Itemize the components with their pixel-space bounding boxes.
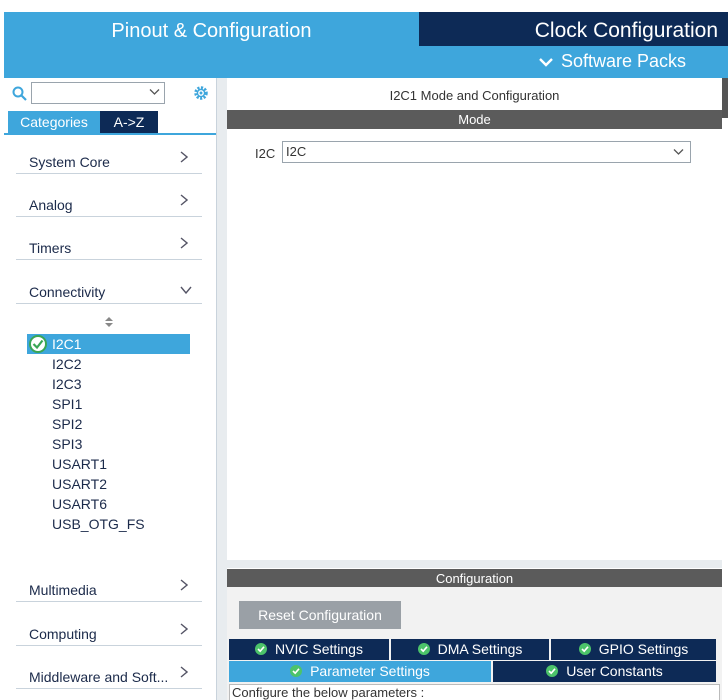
tab-parameter-settings[interactable]: Parameter Settings — [229, 661, 491, 682]
peripheral-label: I2C2 — [52, 356, 82, 372]
category-label: Middleware and Soft... — [29, 669, 169, 685]
panel-title: I2C1 Mode and Configuration — [389, 88, 560, 103]
search-input[interactable] — [31, 82, 165, 104]
peripheral-item-usb-otg-fs[interactable]: USB_OTG_FS — [27, 514, 190, 534]
search-icon[interactable] — [12, 86, 28, 102]
category-label: Timers — [29, 240, 72, 256]
tab-label: User Constants — [566, 663, 663, 679]
tab-clock-configuration[interactable]: Clock Configuration — [419, 12, 728, 46]
peripheral-label: SPI2 — [52, 416, 83, 432]
tab-gpio-settings[interactable]: GPIO Settings — [551, 639, 716, 660]
category-multimedia[interactable]: Multimedia — [16, 576, 202, 602]
check-circle-icon — [29, 335, 47, 353]
chevron-right-icon — [180, 622, 189, 640]
tab-nvic-settings[interactable]: NVIC Settings — [229, 639, 389, 660]
section-divider — [227, 560, 722, 568]
peripheral-label: I2C3 — [52, 376, 82, 392]
tab-dma-settings[interactable]: DMA Settings — [391, 639, 549, 660]
tab-categories[interactable]: Categories — [8, 111, 100, 133]
chevron-down-icon[interactable] — [149, 85, 160, 99]
software-packs-label: Software Packs — [560, 51, 686, 71]
chevron-down-icon[interactable] — [673, 142, 684, 162]
peripheral-label: I2C1 — [52, 336, 82, 352]
peripheral-label: USART1 — [52, 456, 107, 472]
sort-icon[interactable] — [104, 316, 114, 329]
top-strip — [0, 0, 728, 12]
check-circle-icon — [578, 643, 591, 655]
category-timers[interactable]: Timers — [16, 234, 202, 260]
stm32cubemx-window: Pinout & Configuration Clock Configurati… — [0, 0, 728, 700]
chevron-right-icon — [180, 193, 189, 211]
gear-icon[interactable] — [192, 84, 210, 102]
category-label: Connectivity — [29, 284, 106, 300]
peripheral-label: USART2 — [52, 476, 107, 492]
peripheral-item-usart6[interactable]: USART6 — [27, 494, 190, 514]
categories-panel: Categories A->Z System Core Analog Timer… — [4, 78, 217, 700]
peripheral-item-usart2[interactable]: USART2 — [27, 474, 190, 494]
configuration-area: Reset Configuration NVIC Settings DMA Se… — [227, 587, 722, 700]
software-packs-menu[interactable]: Software Packs — [539, 51, 686, 72]
category-computing[interactable]: Computing — [16, 620, 202, 646]
peripheral-item-spi1[interactable]: SPI1 — [27, 394, 190, 414]
scrollbar[interactable] — [722, 78, 728, 118]
i2c-mode-label: I2C — [255, 146, 276, 161]
tab-label: DMA Settings — [437, 641, 523, 657]
sub-toolbar: Software Packs — [4, 46, 728, 78]
peripheral-item-i2c3[interactable]: I2C3 — [27, 374, 190, 394]
peripheral-label: SPI1 — [52, 396, 83, 412]
reset-configuration-button[interactable]: Reset Configuration — [239, 601, 401, 629]
chevron-right-icon — [180, 236, 189, 254]
category-analog[interactable]: Analog — [16, 191, 202, 217]
chevron-right-icon — [180, 578, 189, 596]
category-label: Multimedia — [29, 582, 97, 598]
tab-pinout-configuration[interactable]: Pinout & Configuration — [4, 12, 419, 46]
peripheral-item-spi2[interactable]: SPI2 — [27, 414, 190, 434]
category-label: Computing — [29, 626, 97, 642]
peripheral-item-i2c2[interactable]: I2C2 — [27, 354, 190, 374]
chevron-down-icon — [180, 281, 192, 299]
peripheral-label: USART6 — [52, 496, 107, 512]
chevron-right-icon — [180, 665, 189, 683]
i2c-mode-select[interactable]: I2C — [282, 141, 691, 163]
category-system-core[interactable]: System Core — [16, 148, 202, 174]
parameters-panel: Configure the below parameters : — [229, 684, 720, 700]
chevron-right-icon — [180, 150, 189, 168]
tab-a-to-z[interactable]: A->Z — [100, 111, 158, 133]
check-circle-icon — [290, 665, 303, 677]
peripheral-item-spi3[interactable]: SPI3 — [27, 434, 190, 454]
mode-configuration-panel: I2C1 Mode and Configuration Mode I2C I2C… — [227, 78, 728, 700]
tab-underline — [4, 133, 216, 135]
check-circle-icon — [255, 643, 268, 655]
check-circle-icon — [546, 665, 559, 677]
category-label: Analog — [29, 197, 73, 213]
i2c-mode-value: I2C — [286, 144, 307, 159]
category-label: System Core — [29, 154, 110, 170]
panel-splitter[interactable] — [217, 78, 227, 700]
tab-label: GPIO Settings — [598, 641, 689, 657]
check-circle-icon — [417, 643, 430, 655]
mode-header: Mode — [227, 110, 722, 129]
peripheral-item-i2c1[interactable]: I2C1 — [27, 334, 190, 354]
tab-user-constants[interactable]: User Constants — [493, 661, 716, 682]
category-connectivity[interactable]: Connectivity — [16, 278, 202, 304]
mode-area — [227, 129, 722, 559]
peripheral-label: USB_OTG_FS — [52, 516, 145, 532]
peripheral-label: SPI3 — [52, 436, 83, 452]
parameters-hint: Configure the below parameters : — [232, 685, 425, 700]
tab-label: NVIC Settings — [275, 641, 363, 657]
category-middleware-and-software[interactable]: Middleware and Soft... — [16, 663, 202, 689]
peripheral-item-usart1[interactable]: USART1 — [27, 454, 190, 474]
tab-label: Parameter Settings — [310, 663, 430, 679]
configuration-header: Configuration — [227, 569, 722, 588]
chevron-down-icon — [539, 54, 553, 72]
